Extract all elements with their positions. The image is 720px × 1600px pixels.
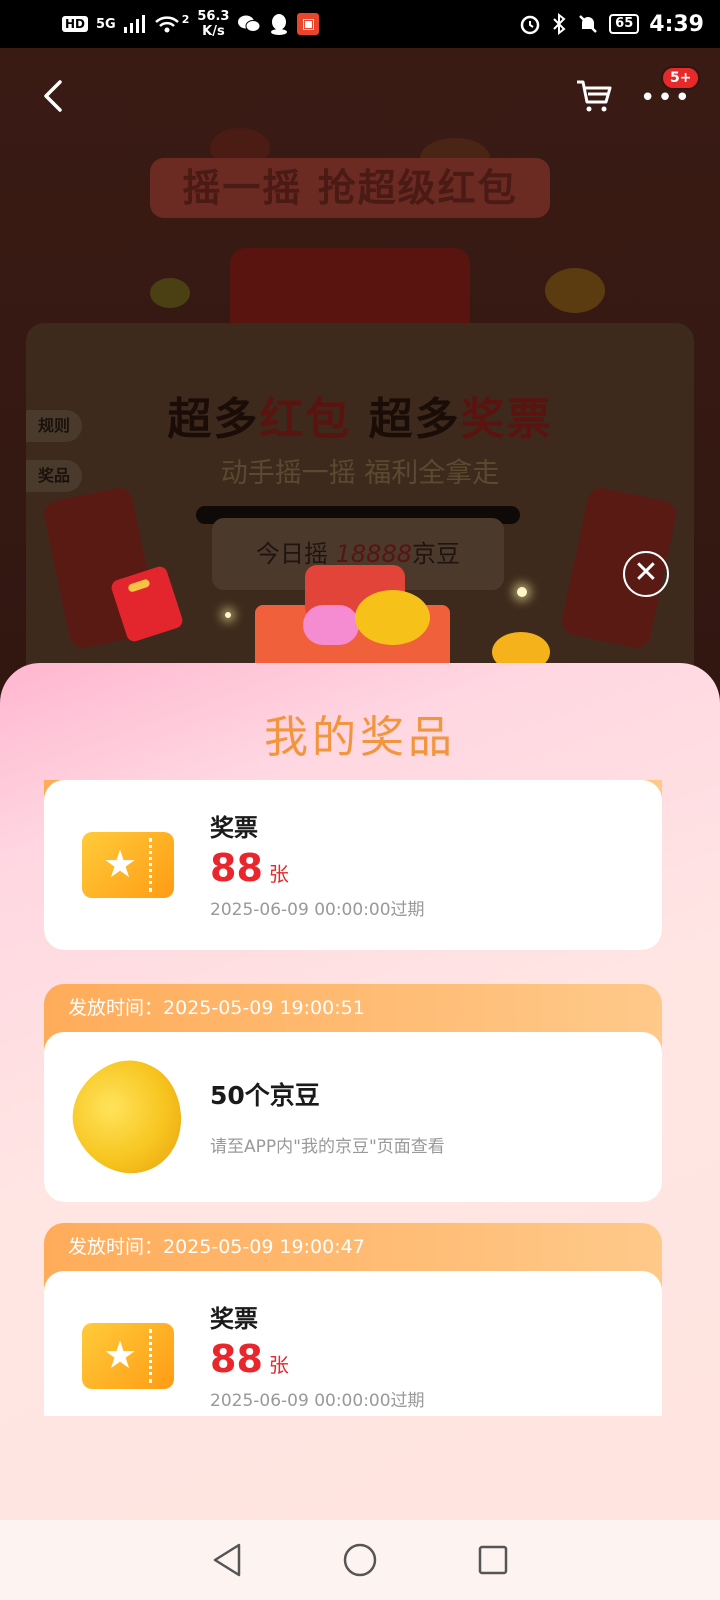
hero-decoration [545,268,605,313]
bean-decoration [355,590,430,645]
rules-tab[interactable]: 规则 [26,410,82,442]
prize-amount-value: 88 [210,846,263,890]
prize-name: 50个京豆 [210,1081,320,1110]
cart-icon [577,80,612,112]
back-arrow-icon [44,80,62,112]
cart-button[interactable] [574,76,614,116]
group-header: 发放时间：2025-05-09 19:00:47 [68,1236,365,1258]
sheet-title: 我的奖品 [264,712,456,763]
prize-unit: 张 [268,862,289,886]
net-speed-unit: K/s [202,24,225,39]
net-speed: 56.3 K/s [197,9,229,39]
bluetooth-icon [553,13,566,35]
prize-card: 50个京豆 请至APP内"我的京豆"页面查看 [44,1032,662,1202]
system-nav-bar [0,1520,720,1600]
hero-decoration [150,278,190,308]
star-icon: ★ [102,842,138,886]
clock: 4:39 [649,11,704,37]
prize-expiry: 2025-06-09 00:00:00过期 [210,1391,425,1411]
prizes-tab[interactable]: 奖品 [26,460,82,492]
prize-group: 发放时间：2025-05-09 19:00:47 ★ 奖票 88 张 2025-0… [44,1223,662,1416]
star-icon: ★ [102,1333,138,1377]
prize-group: ★ 奖票 88 张 2025-06-09 00:00:00过期 [44,780,662,950]
prize-group: 发放时间：2025-05-09 19:00:51 50个京豆 请至APP内"我的… [44,984,662,1202]
prize-card: ★ 奖票 88 张 2025-06-09 00:00:00过期 [44,1271,662,1416]
prize-card: ★ 奖票 88 张 2025-06-09 00:00:00过期 [44,780,662,950]
circle-home-icon [343,1543,377,1577]
ticket-icon: ★ [82,832,174,898]
prize-list[interactable]: ★ 奖票 88 张 2025-06-09 00:00:00过期 发放时间：2025… [44,780,662,1416]
close-icon: ✕ [633,555,659,590]
prize-icon: ★ [82,832,174,898]
prize-note: 请至APP内"我的京豆"页面查看 [210,1137,445,1157]
wechat-icon [238,15,261,32]
app-notification-icon: ▣ [297,13,320,35]
battery-indicator: 65 [609,14,640,34]
sparkle-decoration [225,612,231,618]
prize-amount: 88 张 [210,1337,289,1381]
nav-back-button[interactable] [207,1540,247,1580]
jingdou-bean-icon [55,1044,201,1192]
close-button[interactable]: ✕ [623,551,669,597]
wifi-icon [154,16,179,33]
alarm-icon [520,15,540,35]
signal-label: 5G [96,16,116,32]
prize-amount-value: 88 [210,1337,263,1381]
status-right: 65 4:39 [519,12,704,37]
prize-name: 奖票 [210,1305,258,1333]
mute-bell-icon [579,15,598,33]
sparkle-decoration [517,587,527,597]
prize-icon: ★ [82,1323,174,1389]
nav-home-button[interactable] [340,1540,380,1580]
prize-name: 奖票 [210,814,258,842]
today-amount: 18888 [335,540,412,568]
status-bar: HD 5G 2 56.3 K/s ▣ 65 4:39 [0,0,720,48]
hd-badge: HD [62,16,89,32]
more-button[interactable]: ••• [640,85,692,111]
promo-subtitle: 动手摇一摇 福利全拿走 [220,458,500,489]
status-left: HD 5G 2 56.3 K/s ▣ [62,9,320,39]
qq-icon [271,14,288,35]
back-button[interactable] [38,76,68,116]
heart-decoration [303,605,359,645]
square-recents-icon [479,1545,508,1575]
promo-title-part: 超多 [351,394,461,445]
prize-sheet: 我的奖品 ★ 奖票 88 张 2025-06-09 00:00:00过期 发放时间… [0,663,720,1520]
prize-amount: 88 张 [210,846,289,890]
hero-title: 摇一摇 抢超级红包 [150,158,550,218]
triangle-back-icon [213,1543,240,1577]
signal-bars-icon [123,15,145,33]
promo-title-part: 奖票 [460,394,553,445]
today-suffix: 京豆 [412,540,460,568]
wifi-sup: 2 [181,12,190,26]
promo-title: 超多红包 超多奖票 [26,383,694,447]
nav-recents-button[interactable] [473,1540,513,1580]
prize-unit: 张 [268,1353,289,1377]
group-header: 发放时间：2025-05-09 19:00:51 [68,997,365,1019]
more-badge: 5+ [661,66,701,90]
ticket-icon: ★ [82,1323,174,1389]
promo-title-part: 超多 [167,394,260,445]
promo-title-part: 红包 [259,394,352,445]
net-speed-value: 56.3 [197,9,230,24]
today-prefix: 今日摇 [256,540,336,568]
prize-expiry: 2025-06-09 00:00:00过期 [210,900,425,920]
